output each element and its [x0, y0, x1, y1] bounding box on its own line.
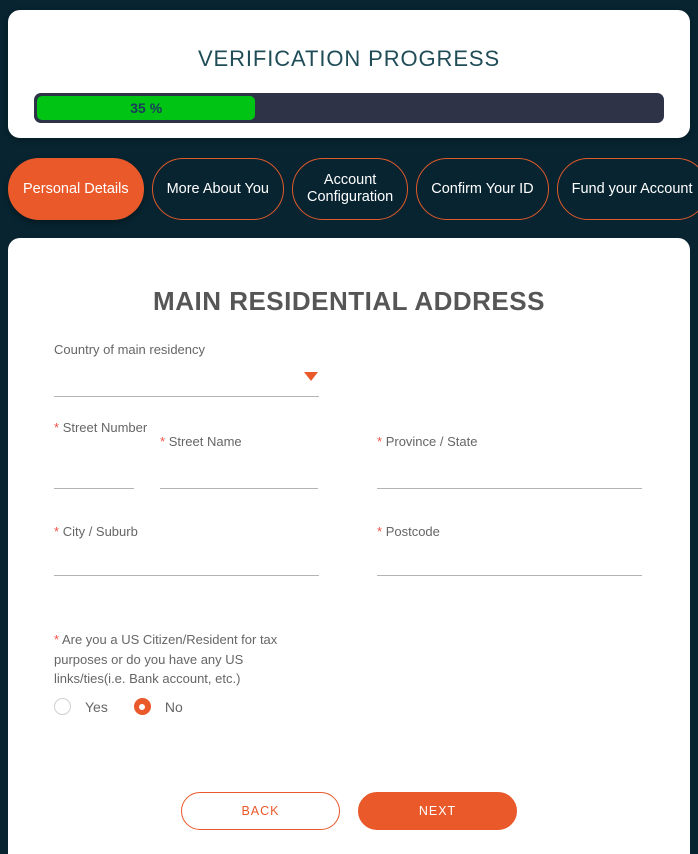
- caret-down-icon[interactable]: [304, 372, 318, 381]
- tab-confirm-your-id[interactable]: Confirm Your ID: [416, 158, 549, 220]
- radio-option-label: Yes: [85, 698, 108, 715]
- postcode-label-text: Postcode: [385, 524, 440, 539]
- required-asterisk: *: [54, 420, 60, 435]
- province-state-label: * Province / State: [377, 433, 477, 452]
- address-form-card: MAIN RESIDENTIAL ADDRESS Country of main…: [8, 238, 690, 854]
- required-asterisk: *: [54, 524, 60, 539]
- tab-more-about-you[interactable]: More About You: [151, 158, 284, 220]
- tab-label: Personal Details: [23, 180, 129, 197]
- verification-progress-card: VERIFICATION PROGRESS 35 %: [8, 10, 690, 138]
- radio-option-label: No: [164, 698, 183, 715]
- tab-fund-your-account[interactable]: Fund your Account: [556, 158, 698, 220]
- radio-indicator-icon[interactable]: [133, 698, 151, 715]
- tab-personal-details[interactable]: Personal Details: [8, 158, 144, 220]
- radio-option-yes[interactable]: Yes: [54, 698, 108, 715]
- city-suburb-label: * City / Suburb: [54, 523, 138, 542]
- street-name-label: * Street Name: [160, 433, 242, 452]
- page-title: MAIN RESIDENTIAL ADDRESS: [153, 286, 545, 316]
- progress-bar-fill: 35 %: [37, 96, 256, 120]
- tab-label: More About You: [166, 180, 269, 197]
- street-number-input[interactable]: [54, 488, 134, 489]
- tab-label: Fund your Account: [571, 180, 693, 197]
- wizard-step-tabs: Personal Details More About You Account Co…: [8, 158, 698, 220]
- city-suburb-label-text: City / Suburb: [62, 524, 138, 539]
- city-suburb-input[interactable]: [54, 575, 319, 576]
- required-asterisk: *: [377, 434, 383, 449]
- country-field-label: Country of main residency: [54, 342, 206, 357]
- required-asterisk: *: [377, 524, 383, 539]
- us-citizen-radio-group: Yes No: [54, 698, 209, 715]
- us-citizen-question: * Are you a US Citizen/Resident for tax …: [54, 630, 306, 689]
- postcode-label: * Postcode: [377, 523, 440, 542]
- street-number-label: * Street Number: [54, 419, 149, 438]
- tab-label: Account Configuration: [306, 172, 394, 205]
- radio-option-no[interactable]: No: [133, 698, 183, 715]
- required-asterisk: *: [160, 434, 166, 449]
- postcode-input[interactable]: [377, 575, 642, 576]
- street-name-label-text: Street Name: [168, 434, 242, 449]
- required-asterisk: *: [54, 632, 60, 647]
- progress-percent-label: 35 %: [130, 100, 163, 116]
- back-button[interactable]: BACK: [181, 792, 340, 830]
- tab-account-configuration[interactable]: Account Configuration: [291, 158, 409, 220]
- next-button[interactable]: NEXT: [358, 792, 517, 830]
- country-select[interactable]: [54, 396, 319, 397]
- us-citizen-question-text: Are you a US Citizen/Resident for tax pu…: [54, 632, 278, 686]
- province-state-label-text: Province / State: [385, 434, 478, 449]
- progress-bar-track: 35 %: [34, 93, 664, 123]
- radio-indicator-icon[interactable]: [54, 698, 71, 715]
- province-state-input[interactable]: [377, 488, 642, 489]
- tab-label: Confirm Your ID: [431, 180, 534, 197]
- progress-title: VERIFICATION PROGRESS: [197, 46, 501, 71]
- street-name-input[interactable]: [160, 488, 318, 489]
- street-number-label-text: Street Number: [62, 420, 148, 435]
- form-actions: BACK NEXT: [8, 792, 690, 830]
